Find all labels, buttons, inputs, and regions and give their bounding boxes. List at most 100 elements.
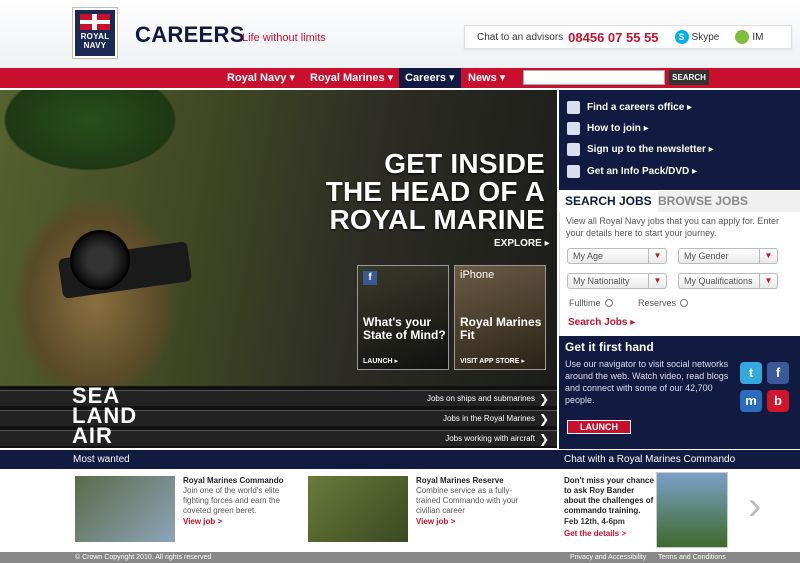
- myspace-icon[interactable]: m: [740, 390, 762, 412]
- headline-line: THE HEAD OF A: [325, 176, 545, 207]
- feature-description: Join one of the world's elite fighting f…: [183, 486, 280, 515]
- view-job-link[interactable]: View job >: [416, 517, 455, 526]
- radio-label: Reserves: [638, 298, 677, 308]
- im-link[interactable]: IM: [752, 32, 763, 43]
- age-dropdown[interactable]: My Age ▼: [567, 248, 667, 264]
- facebook-icon[interactable]: f: [767, 362, 789, 384]
- view-job-link[interactable]: View job >: [183, 517, 222, 526]
- site-search-input[interactable]: [523, 70, 665, 85]
- feature-description: Combine service as a fully-trained Comma…: [416, 486, 519, 515]
- headline-line: ROYAL MARINE: [329, 204, 545, 235]
- qualifications-dropdown[interactable]: My Qualifications ▼: [678, 273, 778, 289]
- twitter-icon[interactable]: t: [740, 362, 762, 384]
- commando-portrait: [656, 472, 728, 548]
- fulltime-radio[interactable]: Fulltime: [569, 298, 613, 308]
- info-pack-link[interactable]: Get an Info Pack/DVD ▸: [567, 162, 697, 180]
- nav-careers[interactable]: Careers ▾: [399, 68, 461, 88]
- sea-land-air-strip: Jobs on ships and submarines ❯ Jobs in t…: [0, 385, 557, 448]
- bebo-icon[interactable]: b: [767, 390, 789, 412]
- tab-browse-jobs[interactable]: BROWSE JOBS: [652, 191, 754, 212]
- radio-circle[interactable]: [604, 299, 613, 307]
- dropdown-label: My Qualifications: [684, 276, 753, 286]
- scope-lens-graphic: [70, 230, 130, 290]
- search-button[interactable]: SEARCH: [669, 70, 709, 85]
- launch-link[interactable]: LAUNCH ▸: [363, 357, 398, 365]
- chevron-down-icon: ▼: [759, 248, 777, 264]
- terms-link[interactable]: Terms and Conditions: [658, 552, 726, 563]
- promo-title: Royal Marines Fit: [460, 315, 542, 342]
- feature-reserve[interactable]: Royal Marines Reserve Combine service as…: [308, 476, 548, 544]
- flag-icon: [80, 14, 110, 30]
- explore-link[interactable]: EXPLORE ▸: [494, 238, 550, 249]
- magnifier-icon: [567, 100, 580, 114]
- chevron-down-icon: ▼: [648, 248, 666, 264]
- jobs-tabs: SEARCH JOBS BROWSE JOBS: [559, 191, 800, 212]
- logo-line1: ROYAL: [80, 32, 110, 41]
- link-label: How to join ▸: [587, 122, 649, 134]
- nav-label: Royal Marines: [310, 72, 385, 84]
- chevron-right-icon: ❯: [538, 412, 549, 426]
- copyright: © Crown Copyright 2010. All rights reser…: [75, 554, 212, 561]
- app-store-link[interactable]: VISIT APP STORE ▸: [460, 357, 525, 365]
- chat-heading: Chat with a Royal Marines Commando: [564, 454, 736, 465]
- find-office-link[interactable]: Find a careers office ▸: [567, 98, 692, 116]
- radio-circle[interactable]: [680, 299, 689, 307]
- commando-photo[interactable]: [75, 476, 175, 542]
- phone-number[interactable]: 08456 07 55 55: [568, 30, 658, 45]
- get-details-link[interactable]: Get the details >: [564, 529, 626, 538]
- dropdown-label: My Nationality: [573, 276, 630, 286]
- link-label: Sign up to the newsletter ▸: [587, 143, 714, 155]
- privacy-link[interactable]: Privacy and Accessibility: [570, 552, 646, 563]
- reserve-photo[interactable]: [308, 476, 408, 542]
- marines-link[interactable]: Jobs in the Royal Marines: [443, 411, 535, 427]
- nav-label: Royal Navy: [227, 72, 287, 84]
- nationality-dropdown[interactable]: My Nationality ▼: [567, 273, 667, 289]
- skype-icon[interactable]: S: [674, 30, 689, 44]
- iphone-label: iPhone: [460, 269, 495, 281]
- search-jobs-link[interactable]: Search Jobs ▸: [568, 317, 635, 328]
- hero-headline: GET INSIDE THE HEAD OF A ROYAL MARINE: [300, 150, 545, 234]
- site-footer: © Crown Copyright 2010. All rights reser…: [0, 552, 800, 563]
- nav-royal-marines[interactable]: Royal Marines ▾: [304, 68, 399, 88]
- social-title: Get it first hand: [565, 340, 654, 354]
- reserves-radio[interactable]: Reserves: [638, 298, 689, 308]
- search-jobs-description: View all Royal Navy jobs that you can ap…: [566, 216, 779, 238]
- document-icon: [567, 121, 580, 135]
- page-title: CAREERS: [135, 22, 245, 47]
- newsletter-link[interactable]: Sign up to the newsletter ▸: [567, 140, 714, 158]
- link-label: Get an Info Pack/DVD ▸: [587, 165, 698, 177]
- most-wanted-heading: Most wanted: [73, 454, 130, 465]
- feature-title: Royal Marines Commando: [183, 476, 284, 485]
- headline-line: GET INSIDE: [384, 148, 545, 179]
- feature-title: Royal Marines Reserve: [416, 476, 504, 485]
- tab-search-jobs[interactable]: SEARCH JOBS: [559, 191, 658, 212]
- marines-fit-promo[interactable]: iPhone Royal Marines Fit VISIT APP STORE…: [454, 265, 546, 370]
- gender-dropdown[interactable]: My Gender ▼: [678, 248, 778, 264]
- nav-news[interactable]: News ▾: [462, 68, 511, 88]
- chevron-right-icon: ❯: [538, 392, 549, 406]
- social-description: Use our navigator to visit social networ…: [565, 359, 729, 405]
- chevron-down-icon: ▼: [648, 273, 666, 289]
- nav-label: Careers: [405, 72, 446, 84]
- state-of-mind-promo[interactable]: f What's your State of Mind? LAUNCH ▸: [357, 265, 449, 370]
- link-label: Find a careers office ▸: [587, 101, 693, 113]
- how-to-join-link[interactable]: How to join ▸: [567, 119, 649, 137]
- ships-link[interactable]: Jobs on ships and submarines: [427, 391, 535, 407]
- promo-title: What's your State of Mind?: [363, 315, 446, 342]
- nav-label: News: [468, 72, 497, 84]
- apple-icon: iPhone: [460, 269, 494, 281]
- feature-commando[interactable]: Royal Marines Commando Join one of the w…: [75, 476, 305, 544]
- dropdown-label: My Age: [573, 251, 604, 261]
- logo-line2: NAVY: [83, 41, 107, 50]
- skype-link[interactable]: Skype: [692, 32, 720, 43]
- aircraft-link[interactable]: Jobs working with aircraft: [445, 431, 535, 447]
- royal-navy-logo[interactable]: ROYAL NAVY: [72, 7, 118, 59]
- radio-label: Fulltime: [569, 298, 601, 308]
- nav-royal-navy[interactable]: Royal Navy ▾: [221, 68, 301, 88]
- chevron-right-icon[interactable]: ›: [748, 486, 761, 526]
- im-icon[interactable]: [735, 30, 750, 44]
- launch-button[interactable]: LAUNCH: [567, 420, 631, 434]
- chevron-down-icon: ▼: [759, 273, 777, 289]
- social-panel: Get it first hand Use our navigator to v…: [559, 336, 800, 449]
- chat-date: Feb 12th, 4-6pm: [564, 517, 625, 526]
